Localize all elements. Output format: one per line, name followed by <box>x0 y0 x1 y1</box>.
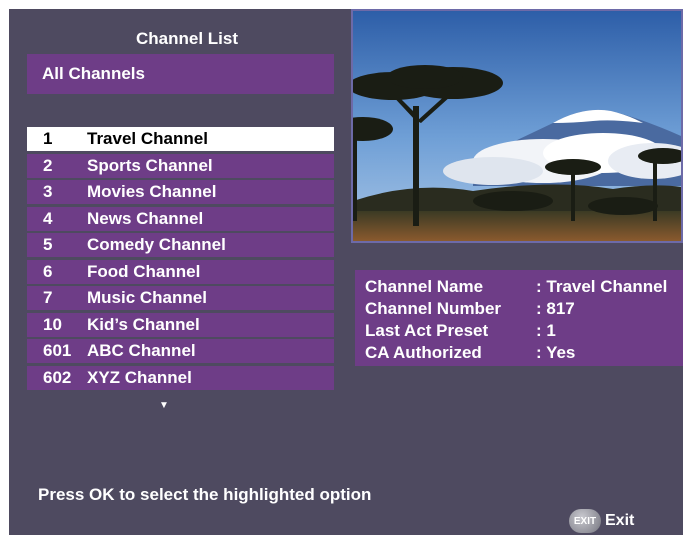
channel-list-screen: Channel List All Channels 1 Travel Chann… <box>9 9 683 535</box>
channel-name: News Channel <box>87 208 204 228</box>
exit-button-icon[interactable]: EXIT <box>569 509 601 533</box>
channel-row[interactable]: 10 Kid’s Channel <box>27 312 334 337</box>
channel-row[interactable]: 5 Comedy Channel <box>27 233 334 257</box>
channel-name: Comedy Channel <box>87 235 226 254</box>
page-title: Channel List <box>135 29 238 48</box>
channel-name: Movies Channel <box>87 182 217 201</box>
channel-number: 601 <box>43 341 72 360</box>
channel-row[interactable]: 6 Food Channel <box>27 259 334 284</box>
channel-number: 10 <box>43 314 62 334</box>
info-row-channel-name: Channel Name : Travel Channel <box>365 276 683 298</box>
channel-name: Food Channel <box>87 261 201 281</box>
instruction-text: Press OK to select the highlighted optio… <box>38 485 372 504</box>
channel-row[interactable]: 602 XYZ Channel <box>27 365 334 390</box>
channel-row[interactable]: 1 Travel Channel <box>27 127 334 151</box>
channel-number: 5 <box>43 235 53 254</box>
info-label: Channel Name <box>365 277 484 296</box>
channel-name: Kid’s Channel <box>87 314 200 334</box>
info-row-last-act-preset: Last Act Preset : 1 <box>365 320 683 342</box>
channel-name: XYZ Channel <box>87 367 192 387</box>
exit-control[interactable]: EXIT Exit <box>569 509 634 533</box>
channel-number: 3 <box>43 182 53 201</box>
channel-name: ABC Channel <box>87 341 196 360</box>
channel-number: 1 <box>43 129 53 148</box>
channel-row[interactable]: 3 Movies Channel <box>27 180 334 204</box>
info-value: : Yes <box>536 343 576 362</box>
channel-number: 4 <box>43 208 53 228</box>
channel-preview-image <box>351 9 683 243</box>
info-value: : 1 <box>536 321 556 340</box>
channel-name: Music Channel <box>87 288 207 307</box>
channel-number: 6 <box>43 261 53 281</box>
channel-number: 602 <box>43 367 72 387</box>
scroll-down-icon[interactable]: ▼ <box>159 400 169 411</box>
channel-name: Travel Channel <box>87 129 208 148</box>
info-value: : 817 <box>536 299 575 318</box>
info-label: Channel Number <box>365 299 502 318</box>
channel-name: Sports Channel <box>87 155 213 175</box>
info-row-channel-number: Channel Number : 817 <box>365 298 683 320</box>
exit-label: Exit <box>605 512 635 529</box>
channel-row[interactable]: 601 ABC Channel <box>27 339 334 363</box>
info-label: CA Authorized <box>365 343 482 362</box>
channel-row[interactable]: 4 News Channel <box>27 206 334 231</box>
channel-row[interactable]: 7 Music Channel <box>27 286 334 310</box>
channel-row[interactable]: 2 Sports Channel <box>27 153 334 178</box>
channel-info-panel: Channel Name : Travel Channel Channel Nu… <box>355 270 683 366</box>
channel-number: 7 <box>43 288 53 307</box>
info-label: Last Act Preset <box>365 321 489 340</box>
channel-number: 2 <box>43 155 53 175</box>
channel-list: 1 Travel Channel 2 Sports Channel 3 Movi… <box>27 127 334 392</box>
info-row-ca-authorized: CA Authorized : Yes <box>365 342 683 364</box>
channel-group-selector[interactable]: All Channels <box>27 54 334 94</box>
info-value: : Travel Channel <box>536 277 668 296</box>
